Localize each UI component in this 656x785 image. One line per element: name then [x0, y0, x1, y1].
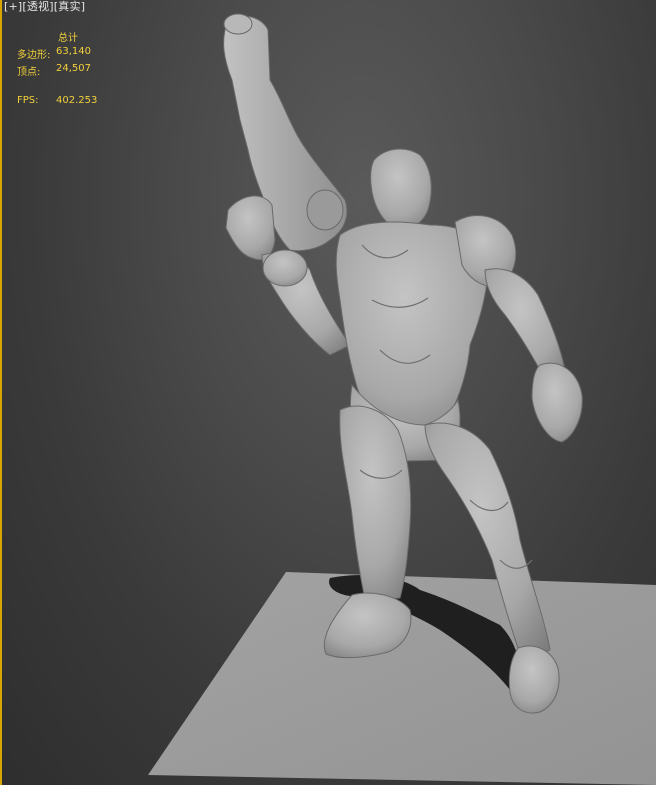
statistics-overlay: 总计 多边形: 63,140 顶点: 24,507 FPS: 402.253 [0, 0, 120, 120]
left-leg [339, 405, 412, 601]
vertices-value: 24,507 [56, 63, 91, 74]
fps-label: FPS: [17, 95, 39, 106]
polygons-value: 63,140 [56, 46, 91, 57]
viewport-perspective[interactable]: [+][透视][真实] 总计 多边形: 63,140 顶点: 24,507 FP… [0, 0, 656, 785]
stats-header: 总计 [58, 33, 78, 44]
polygons-label: 多边形: [17, 50, 51, 61]
vertices-label: 顶点: [17, 67, 41, 78]
head [370, 148, 432, 230]
fps-value: 402.253 [56, 95, 98, 106]
